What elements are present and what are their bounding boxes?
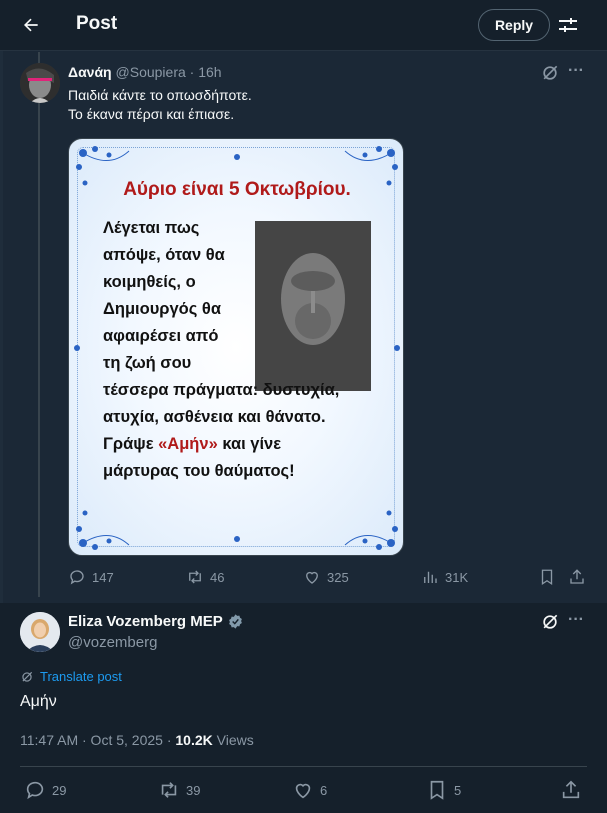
bookmark-action[interactable] (538, 568, 556, 586)
main-action-bar: 29 39 6 5 (20, 779, 587, 803)
image-text-line: Δημιουργός θα (103, 300, 221, 318)
share-icon (562, 780, 580, 799)
views-count: 31K (445, 569, 469, 585)
views-label: Views (212, 732, 254, 748)
translate-label: Translate post (40, 669, 122, 684)
post-time[interactable]: · 16h (190, 64, 222, 80)
translate-post-link[interactable]: Translate post (20, 669, 122, 684)
like-count: 6 (320, 782, 328, 798)
parent-post-text: Παιδιά κάντε το οπωσδήποτε. Το έκανα πέρ… (68, 86, 252, 124)
author-name: Eliza Vozemberg MEP (68, 613, 223, 630)
like-action[interactable]: 6 (292, 779, 327, 801)
image-text-line: μάρτυρας του θαύματος! (103, 462, 295, 480)
post-image[interactable]: Αύριο είναι 5 Οκτωβρίου. Λέγεται πως από… (68, 138, 404, 556)
thread-line (38, 52, 40, 597)
reply-icon (70, 570, 84, 585)
repost-icon (161, 782, 177, 798)
grok-icon[interactable] (540, 63, 560, 83)
post-timestamp[interactable]: 11:47 AM · Oct 5, 2025 · 10.2K Views (20, 732, 254, 748)
bookmark-count: 5 (454, 782, 462, 798)
share-action[interactable] (560, 779, 582, 801)
divider (20, 766, 587, 767)
image-text-segment: και γίνε (217, 435, 282, 453)
timestamp-text: 11:47 AM · Oct 5, 2025 · (20, 732, 176, 748)
share-action[interactable] (568, 568, 586, 586)
back-arrow-icon[interactable] (18, 12, 44, 38)
main-post-text: Αμήν (20, 693, 57, 710)
image-text-line: κοιμηθείς, ο (103, 273, 196, 291)
avatar[interactable] (20, 63, 60, 103)
image-text-line: τη ζωή σου (103, 354, 192, 372)
amen-highlight: «Αμήν» (158, 435, 218, 453)
author-handle[interactable]: @vozemberg (68, 634, 157, 651)
settings-sliders-icon[interactable] (556, 13, 580, 37)
reply-count: 147 (92, 569, 114, 585)
reply-action[interactable]: 147 (68, 568, 114, 586)
post-text-line: Το έκανα πέρσι και έπιασε. (68, 106, 235, 122)
more-options-icon[interactable]: ··· (566, 612, 586, 632)
image-text-segment: Γράψε (103, 435, 159, 453)
grok-icon[interactable] (540, 612, 560, 632)
page-title: Post (76, 13, 118, 34)
views-action[interactable]: 31K (421, 568, 468, 586)
heart-icon (306, 571, 318, 584)
heart-icon (295, 783, 311, 799)
repost-icon (189, 570, 201, 584)
reply-count: 29 (52, 782, 67, 798)
analytics-icon (424, 571, 437, 583)
header-bar: Post Reply (0, 0, 607, 51)
reply-action[interactable]: 29 (24, 779, 66, 801)
like-action[interactable]: 325 (303, 568, 349, 586)
image-text-line: Γράψε «Αμήν» και γίνε (103, 435, 281, 454)
bookmark-action[interactable]: 5 (426, 779, 461, 801)
more-options-icon[interactable]: ··· (566, 63, 586, 83)
image-title: Αύριο είναι 5 Οκτωβρίου. (123, 179, 351, 200)
grok-icon (22, 671, 33, 682)
reply-icon (26, 781, 44, 800)
reply-button[interactable]: Reply (478, 9, 550, 41)
author-name[interactable]: Δανάη (68, 64, 112, 80)
image-text-line: απόψε, όταν θα (103, 246, 225, 264)
repost-action[interactable]: 39 (158, 779, 200, 801)
image-text-line: Λέγεται πως (103, 219, 200, 237)
image-text-line: ατυχία, ασθένεια και θάνατο. (103, 408, 326, 426)
bookmark-icon (430, 780, 444, 800)
like-count: 325 (327, 569, 349, 585)
image-text-line: τέσσερα πράγματα: δυστυχία, (103, 381, 340, 399)
author-handle[interactable]: @Soupiera (116, 64, 186, 80)
shroud-image (255, 221, 371, 391)
image-text-line: αφαιρέσει από (103, 327, 219, 345)
post-text-line: Παιδιά κάντε το οπωσδήποτε. (68, 87, 252, 103)
main-author[interactable]: Eliza Vozemberg MEP (68, 613, 244, 630)
repost-action[interactable]: 46 (186, 568, 224, 586)
parent-author: Δανάη @Soupiera · 16h (68, 64, 222, 80)
avatar[interactable] (20, 612, 60, 652)
parent-action-bar: 147 46 325 31K (68, 568, 588, 590)
bookmark-icon (541, 569, 553, 586)
verified-badge-icon (228, 614, 242, 629)
repost-count: 46 (210, 569, 225, 585)
repost-count: 39 (186, 782, 201, 798)
share-icon (570, 569, 584, 584)
views-count: 10.2K (175, 732, 213, 748)
